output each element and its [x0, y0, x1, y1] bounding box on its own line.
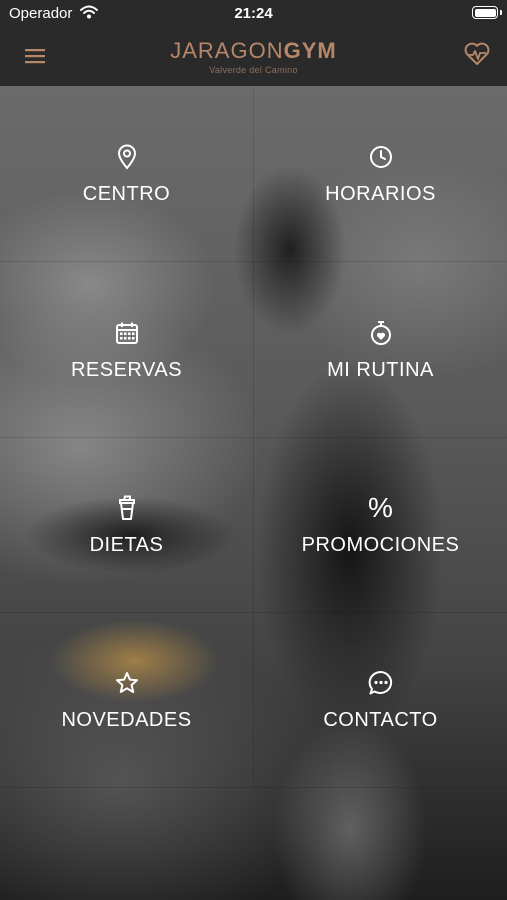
clock: 21:24	[234, 5, 273, 22]
menu-label-promociones: PROMOCIONES	[301, 534, 460, 556]
menu-tile-contacto[interactable]: CONTACTO	[254, 612, 507, 787]
menu-label-novedades: NOVEDADES	[61, 709, 192, 731]
location-pin-icon	[117, 144, 137, 170]
status-bar: Operador 21:24	[0, 0, 507, 28]
calendar-icon	[115, 320, 139, 346]
menu-label-dietas: DIETAS	[89, 534, 164, 556]
menu-tile-horarios[interactable]: HORARIOS	[254, 86, 507, 261]
menu-label-centro: CENTRO	[82, 183, 171, 205]
menu-tile-novedades[interactable]: NOVEDADES	[0, 612, 253, 787]
stopwatch-icon	[370, 320, 392, 346]
menu-tile-mi-rutina[interactable]: MI RUTINA	[254, 262, 507, 437]
app-logo: JARAGONGYM Valverde del Camino	[0, 38, 507, 75]
menu-tile-reservas[interactable]: RESERVAS	[0, 262, 253, 437]
menu-tile-promociones[interactable]: % PROMOCIONES	[254, 437, 507, 612]
menu-label-horarios: HORARIOS	[325, 183, 436, 205]
heart-rate-icon[interactable]	[463, 40, 491, 68]
logo-text: JARAGONGYM	[0, 38, 507, 64]
percent-icon: %	[368, 492, 393, 523]
drink-cup-icon	[117, 495, 137, 521]
logo-suffix: GYM	[283, 38, 337, 63]
menu-label-mi-rutina: MI RUTINA	[327, 359, 434, 381]
battery-tip	[500, 10, 502, 15]
menu-tile-dietas[interactable]: DIETAS	[0, 437, 253, 612]
menu-label-contacto: CONTACTO	[323, 709, 438, 731]
logo-prefix: JARAGON	[170, 38, 284, 63]
battery-icon	[472, 6, 498, 19]
clock-icon	[369, 144, 393, 170]
menu-label-reservas: RESERVAS	[70, 359, 183, 381]
percent-glyph: %	[368, 492, 393, 523]
star-icon	[115, 670, 139, 696]
logo-subtitle: Valverde del Camino	[209, 65, 298, 75]
menu-tile-centro[interactable]: CENTRO	[0, 86, 253, 261]
chat-bubble-icon	[368, 670, 394, 696]
nav-bar: JARAGONGYM Valverde del Camino	[0, 28, 507, 86]
